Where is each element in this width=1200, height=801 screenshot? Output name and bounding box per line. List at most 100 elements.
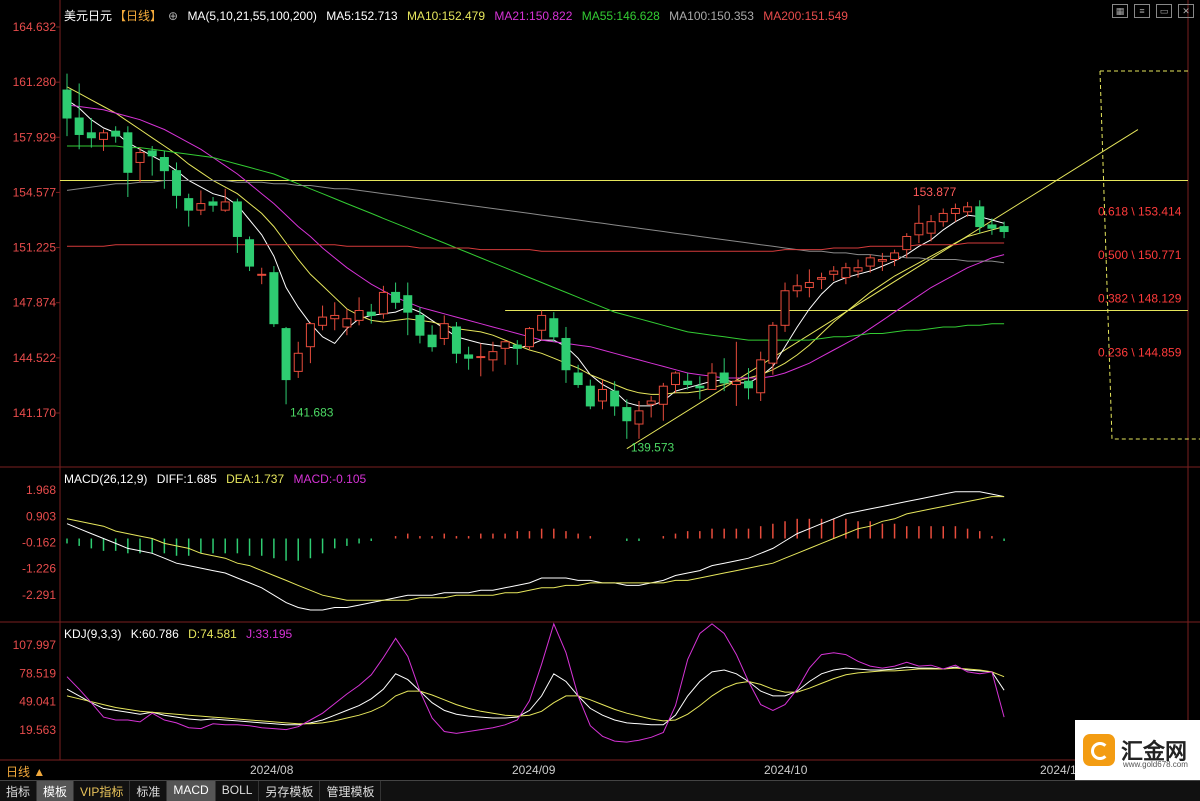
- candle: [975, 200, 985, 234]
- tab-macd[interactable]: MACD: [167, 781, 216, 801]
- candle-body: [950, 207, 960, 214]
- candle-body: [926, 221, 936, 234]
- candle: [950, 203, 960, 222]
- ma5-line: [66, 99, 1005, 407]
- candle: [451, 322, 461, 364]
- price-tick-label: 164.632: [13, 20, 57, 34]
- candle-body: [537, 314, 547, 331]
- candle-body: [999, 226, 1009, 233]
- candle: [585, 379, 595, 410]
- candle: [488, 341, 498, 372]
- candle: [439, 315, 449, 346]
- chart-canvas[interactable]: 164.632 161.280 157.929 154.577 151.225 147.8…: [0, 0, 1200, 800]
- kdj-d-line: [66, 667, 1005, 725]
- candle-body: [646, 400, 656, 405]
- tab-save-template[interactable]: 另存模板: [259, 781, 321, 801]
- candle-body: [817, 277, 827, 280]
- candle-body: [865, 257, 875, 267]
- candle: [744, 368, 754, 400]
- candle: [963, 201, 973, 217]
- candle-body: [695, 385, 705, 389]
- trend-line: [626, 129, 1139, 450]
- fib-level-label: 0.618 \ 153.414: [1098, 205, 1182, 219]
- candle-body: [220, 201, 230, 211]
- candle: [524, 326, 534, 350]
- candle-body: [744, 380, 754, 389]
- candle-body: [208, 201, 218, 206]
- candle: [281, 326, 291, 405]
- kdj-tick-label: 107.997: [13, 638, 57, 652]
- candle: [293, 341, 303, 378]
- macd-header: MACD(26,12,9) DIFF:1.685 DEA:1.737 MACD:…: [64, 472, 372, 486]
- candle-body: [841, 267, 851, 279]
- candle: [476, 343, 486, 377]
- candle-body: [330, 314, 340, 320]
- date-axis-bar: 日线 ▲ 2024/08 2024/09 2024/10 2024/1: [0, 760, 1200, 780]
- fib-level-label: 0.236 \ 144.859: [1098, 345, 1182, 359]
- tab-manage-templates[interactable]: 管理模板: [320, 781, 382, 801]
- tab-indicators[interactable]: 指标: [0, 781, 38, 801]
- ma-params: MA(5,10,21,55,100,200): [187, 9, 317, 23]
- candle-body: [975, 206, 985, 228]
- logo-icon: [1083, 734, 1115, 766]
- period-label[interactable]: 【日线】: [114, 9, 162, 23]
- candle: [391, 282, 401, 309]
- indicator-tab-bar: 指标 模板 VIP指标 标准 MACD BOLL 另存模板 管理模板: [0, 780, 1200, 801]
- grid-icon[interactable]: ▦: [1112, 4, 1128, 18]
- candle-body: [415, 314, 425, 336]
- candle: [999, 221, 1009, 239]
- ma10-value: MA10:152.479: [406, 9, 485, 23]
- kdj-k: K:60.786: [130, 627, 179, 641]
- candle: [780, 282, 790, 332]
- tab-standard[interactable]: 标准: [130, 781, 168, 801]
- ma200-value: MA200:151.549: [763, 9, 848, 23]
- candle-body: [305, 323, 315, 348]
- candle: [184, 193, 194, 227]
- price-tick-label: 154.577: [13, 185, 57, 199]
- ma200-line: [67, 242, 1005, 252]
- kdj-j: J:33.195: [246, 627, 293, 641]
- candle: [62, 73, 72, 137]
- close-icon[interactable]: ✕: [1178, 4, 1194, 18]
- settings-icon[interactable]: ⊕: [168, 9, 178, 23]
- candle-body: [634, 410, 644, 425]
- tab-templates[interactable]: 模板: [37, 781, 75, 801]
- kdj-tick-label: 19.563: [19, 723, 56, 737]
- period-toggle[interactable]: 日线 ▲: [6, 763, 45, 780]
- macd-dea-line: [66, 496, 1005, 601]
- candle-body: [963, 206, 973, 213]
- minimize-icon[interactable]: ▭: [1156, 4, 1172, 18]
- window-toolbar: ▦ ≡ ▭ ✕: [1112, 4, 1194, 18]
- kdj-k-line: [66, 666, 1005, 726]
- candle: [792, 274, 802, 298]
- candle: [597, 379, 607, 410]
- tab-boll[interactable]: BOLL: [216, 781, 260, 801]
- tab-vip-indicators[interactable]: VIP指标: [74, 781, 131, 801]
- candle-body: [135, 152, 145, 163]
- ma21-line: [66, 104, 1005, 379]
- candle: [464, 346, 474, 370]
- ma21-value: MA21:150.822: [494, 9, 573, 23]
- candle-body: [500, 341, 510, 349]
- kdj-tick-label: 49.041: [19, 695, 56, 709]
- candle-body: [342, 318, 352, 328]
- candle-body: [318, 316, 328, 326]
- candle-body: [671, 372, 680, 386]
- candle: [622, 399, 632, 439]
- macd-tick-label: -2.291: [22, 588, 56, 602]
- candle: [427, 325, 437, 352]
- candle-body: [439, 323, 449, 339]
- price-tick-label: 147.874: [13, 296, 57, 310]
- list-icon[interactable]: ≡: [1134, 4, 1150, 18]
- candle-body: [62, 89, 72, 119]
- price-header: 美元日元 【日线】 ⊕ MA(5,10,21,55,100,200) MA5:152…: [64, 7, 854, 24]
- candle: [403, 282, 413, 336]
- candle: [804, 269, 814, 298]
- kdj-tick-label: 78.519: [19, 666, 56, 680]
- candle: [537, 310, 547, 341]
- candle-body: [902, 235, 912, 251]
- candle-body: [585, 385, 595, 407]
- date-label-aug: 2024/08: [250, 763, 294, 777]
- candle-body: [269, 272, 279, 325]
- candle: [330, 302, 340, 331]
